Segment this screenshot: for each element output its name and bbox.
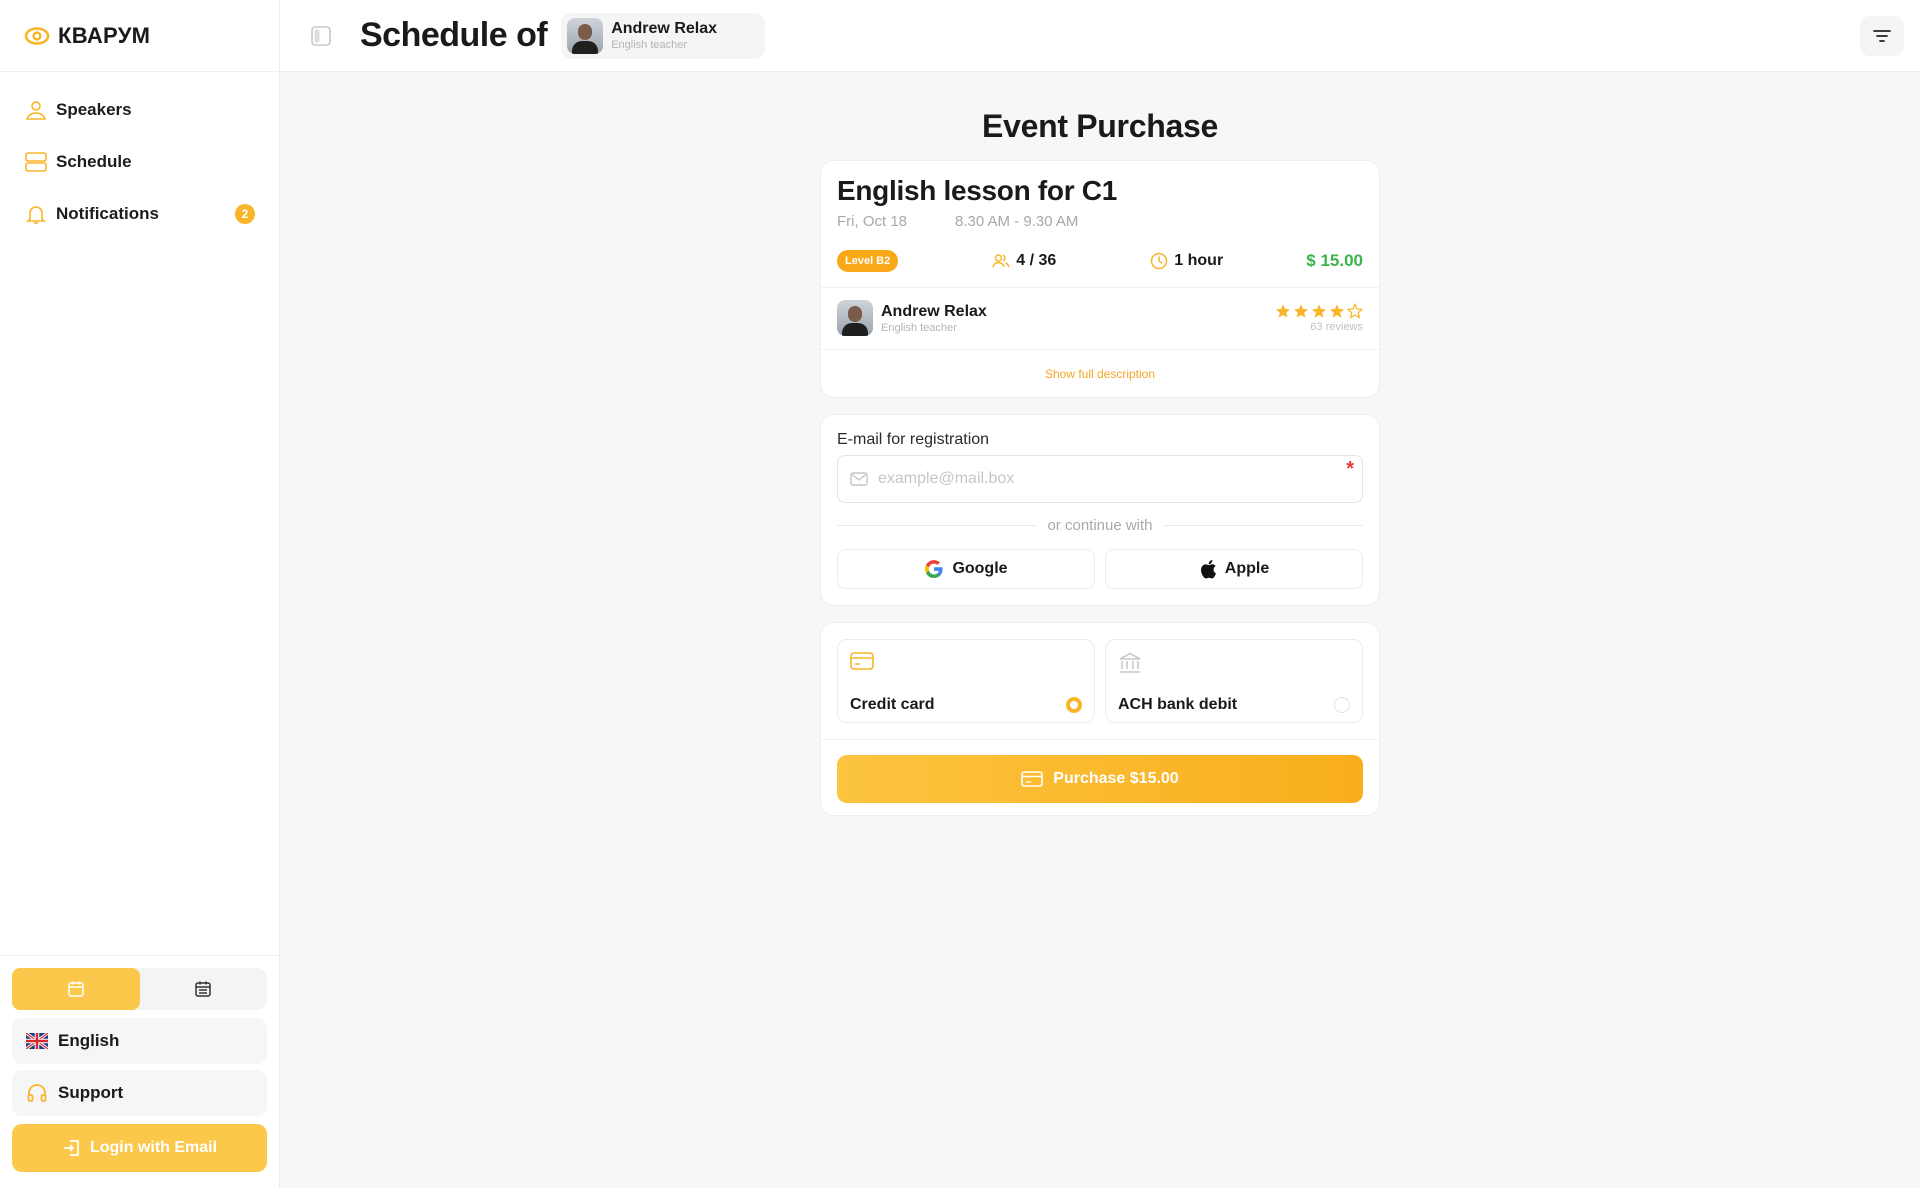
headphones-icon <box>26 1082 48 1104</box>
purchase-label: Purchase $15.00 <box>1053 770 1179 787</box>
sidebar-item-speakers[interactable]: Speakers <box>0 84 279 136</box>
divider <box>821 349 1379 350</box>
clock-icon <box>1151 252 1168 270</box>
email-label: E-mail for registration <box>837 431 990 448</box>
or-continue-divider: or continue with <box>837 517 1363 534</box>
event-date: Fri, Oct 18 <box>837 213 908 230</box>
support-label: Support <box>58 1083 124 1102</box>
teacher-role: English teacher <box>611 39 688 51</box>
credit-card-icon <box>1021 771 1044 787</box>
payment-methods: Credit card ACH bank debit <box>837 639 1363 723</box>
list-view-button[interactable] <box>140 968 268 1010</box>
login-icon <box>63 1140 79 1156</box>
event-title: English lesson for C1 <box>837 175 1117 206</box>
duration-value: 1 hour <box>1174 252 1224 269</box>
language-selector[interactable]: English <box>12 1018 267 1064</box>
top-header: Schedule of Andrew Relax English teacher <box>280 0 1920 72</box>
sidebar: КВАРУМ Speakers Schedule Notifications 2 <box>0 0 280 1188</box>
calendar-icon <box>68 981 84 997</box>
sidebar-item-label: Schedule <box>56 152 132 171</box>
star-filled-icon <box>1294 304 1308 318</box>
user-icon <box>25 101 47 120</box>
bank-icon <box>1119 652 1141 673</box>
show-full-description-link[interactable]: Show full description <box>821 367 1379 381</box>
participants-value: 4 / 36 <box>1016 252 1057 269</box>
apple-login-button[interactable]: Apple <box>1105 549 1363 589</box>
uk-flag-icon <box>26 1030 48 1052</box>
level-badge: Level B2 <box>837 250 899 272</box>
login-label: Login with Email <box>89 1139 218 1156</box>
filter-button[interactable] <box>1860 16 1904 56</box>
filter-icon <box>1873 30 1891 42</box>
event-meta-row: Level B2 4 / 36 1 hour $ 15.00 <box>837 249 1363 273</box>
event-price: $ 15.00 <box>1306 251 1363 270</box>
support-button[interactable]: Support <box>12 1070 267 1116</box>
brand-name: КВАРУМ <box>58 22 151 48</box>
divider <box>821 287 1379 288</box>
page-title: Schedule of <box>360 16 548 54</box>
rating-stars <box>1275 303 1363 319</box>
teacher-avatar <box>567 17 604 54</box>
schedule-icon <box>25 152 47 172</box>
notification-count-badge: 2 <box>235 204 255 224</box>
reviews-count: 63 reviews <box>1310 321 1363 333</box>
star-filled-icon <box>1330 304 1344 318</box>
login-with-email-button[interactable]: Login with Email <box>12 1124 267 1172</box>
participants-icon <box>992 254 1010 268</box>
social-login-row: Google Apple <box>837 549 1363 589</box>
sidebar-item-schedule[interactable]: Schedule <box>0 136 279 188</box>
teacher-rating: 63 reviews <box>1275 303 1363 333</box>
teacher-name: Andrew Relax <box>611 20 718 37</box>
list-calendar-icon <box>195 981 211 997</box>
star-filled-icon <box>1276 304 1290 318</box>
teacher-avatar <box>837 300 873 336</box>
view-toggle <box>12 968 267 1010</box>
language-label: English <box>58 1031 120 1050</box>
teacher-role: English teacher <box>881 321 957 334</box>
eye-logo-icon <box>24 26 50 45</box>
radio-selected[interactable] <box>1066 697 1082 713</box>
teacher-name: Andrew Relax <box>881 302 987 320</box>
payment-card: Credit card ACH bank debit Purchase $15.… <box>820 622 1380 816</box>
google-login-button[interactable]: Google <box>837 549 1095 589</box>
sidebar-bottom: English Support Login with Email <box>0 955 279 1188</box>
email-input[interactable] <box>878 470 1362 488</box>
divider <box>821 739 1379 740</box>
or-continue-text: or continue with <box>1047 517 1153 534</box>
credit-card-icon <box>850 652 874 670</box>
participants-count: 4 / 36 <box>992 252 1056 270</box>
event-time: 8.30 AM - 9.30 AM <box>955 213 1079 230</box>
registration-card: E-mail for registration * or continue wi… <box>820 414 1380 606</box>
sidebar-nav: Speakers Schedule Notifications 2 <box>0 72 279 240</box>
payment-option-label: ACH bank debit <box>1118 696 1238 713</box>
sidebar-item-label: Speakers <box>56 100 132 119</box>
star-empty-icon <box>1347 303 1363 319</box>
payment-option-ach[interactable]: ACH bank debit <box>1105 639 1363 723</box>
apple-icon <box>1200 560 1216 579</box>
bell-icon <box>26 206 46 224</box>
toggle-sidebar-button[interactable] <box>308 23 334 49</box>
google-icon <box>925 560 944 578</box>
payment-option-credit-card[interactable]: Credit card <box>837 639 1095 723</box>
event-purchase-title: Event Purchase <box>982 108 1218 144</box>
email-field[interactable]: * <box>837 455 1363 503</box>
event-card: English lesson for C1 Fri, Oct 18 8.30 A… <box>820 160 1380 398</box>
apple-label: Apple <box>1224 560 1270 577</box>
sidebar-item-notifications[interactable]: Notifications 2 <box>0 188 279 240</box>
duration: 1 hour <box>1150 252 1223 270</box>
mail-icon <box>850 472 868 486</box>
logo[interactable]: КВАРУМ <box>0 0 279 72</box>
teacher-selector[interactable]: Andrew Relax English teacher <box>561 12 766 59</box>
sidebar-panel-icon <box>311 25 331 46</box>
payment-option-label: Credit card <box>850 696 935 713</box>
event-teacher-row[interactable]: Andrew Relax English teacher 63 reviews <box>837 299 1363 337</box>
required-marker: * <box>1346 458 1354 480</box>
purchase-button[interactable]: Purchase $15.00 <box>837 755 1363 803</box>
sidebar-item-label: Notifications <box>56 204 159 223</box>
star-filled-icon <box>1312 304 1326 318</box>
calendar-view-button[interactable] <box>12 968 140 1010</box>
google-label: Google <box>952 560 1008 577</box>
radio-unselected[interactable] <box>1334 697 1350 713</box>
